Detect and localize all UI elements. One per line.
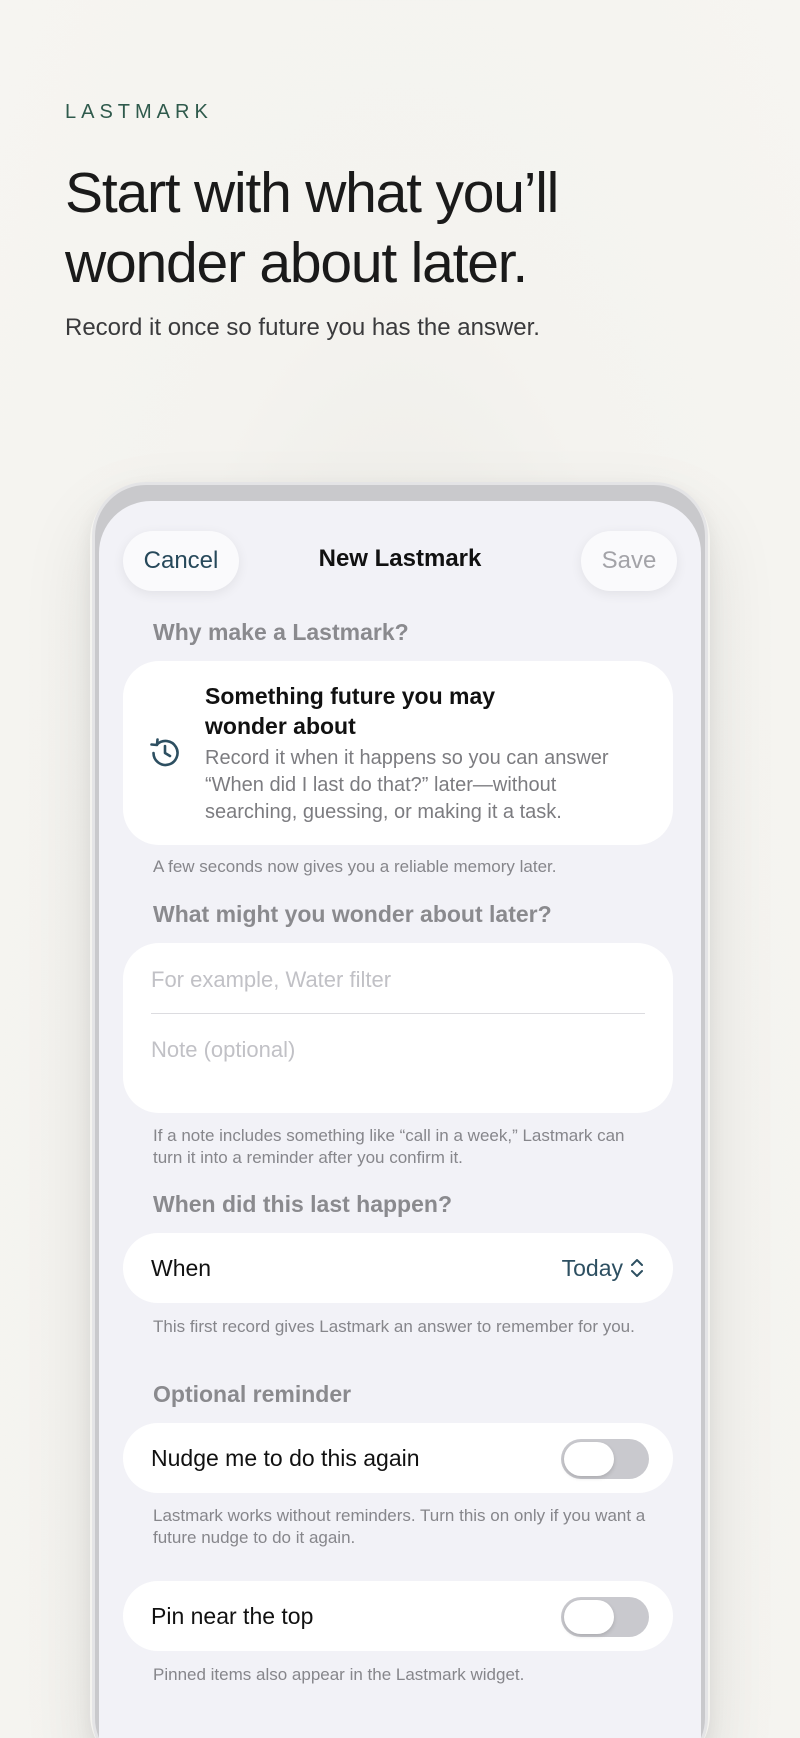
subheadline: Record it once so future you has the ans…	[65, 314, 540, 341]
when-footnote: This first record gives Lastmark an answ…	[153, 1317, 635, 1336]
new-lastmark-sheet: Cancel New Lastmark Save Why make a Last…	[99, 501, 701, 1738]
reminder-toggle[interactable]	[561, 1439, 649, 1479]
reminder-label: Nudge me to do this again	[151, 1445, 420, 1471]
wonder-section-heading: What might you wonder about later?	[153, 901, 552, 927]
toggle-knob	[564, 1442, 614, 1476]
when-label: When	[151, 1255, 212, 1281]
reminder-section-heading: Optional reminder	[153, 1381, 352, 1407]
wonder-input-card: For example, Water filter Note (optional…	[123, 943, 673, 1113]
pin-toggle[interactable]	[561, 1597, 649, 1637]
reminder-footnote: Lastmark works without reminders. Turn t…	[153, 1506, 646, 1547]
chevron-up-down-icon	[631, 1259, 643, 1277]
why-section-heading: Why make a Lastmark?	[153, 619, 409, 645]
field-divider	[151, 1013, 645, 1014]
pin-footnote: Pinned items also appear in the Lastmark…	[153, 1665, 525, 1684]
item-name-input[interactable]: For example, Water filter	[151, 967, 645, 993]
headline: Start with what you’ll wonder about late…	[65, 161, 559, 295]
phone-mockup: Cancel New Lastmark Save Why make a Last…	[92, 482, 708, 1738]
why-card-body: Record it when it happens so you can ans…	[205, 747, 609, 823]
wonder-footnote: If a note includes something like “call …	[153, 1126, 625, 1167]
toggle-knob	[564, 1600, 614, 1634]
when-picker[interactable]: Today	[562, 1233, 645, 1303]
why-card-title: Something future you may wonder about	[205, 683, 496, 739]
when-row[interactable]: When Today	[123, 1233, 673, 1303]
why-footnote: A few seconds now gives you a reliable m…	[153, 857, 557, 876]
brand-label: LASTMARK	[65, 101, 213, 123]
why-info-card: Something future you may wonder about Re…	[123, 661, 673, 845]
pin-label: Pin near the top	[151, 1603, 314, 1629]
save-button[interactable]: Save	[581, 531, 677, 591]
pin-row: Pin near the top	[123, 1581, 673, 1651]
reminder-row: Nudge me to do this again	[123, 1423, 673, 1493]
note-input[interactable]: Note (optional)	[151, 1037, 645, 1063]
when-section-heading: When did this last happen?	[153, 1191, 452, 1217]
when-value: Today	[561, 1255, 623, 1281]
clock-history-icon	[150, 738, 179, 767]
